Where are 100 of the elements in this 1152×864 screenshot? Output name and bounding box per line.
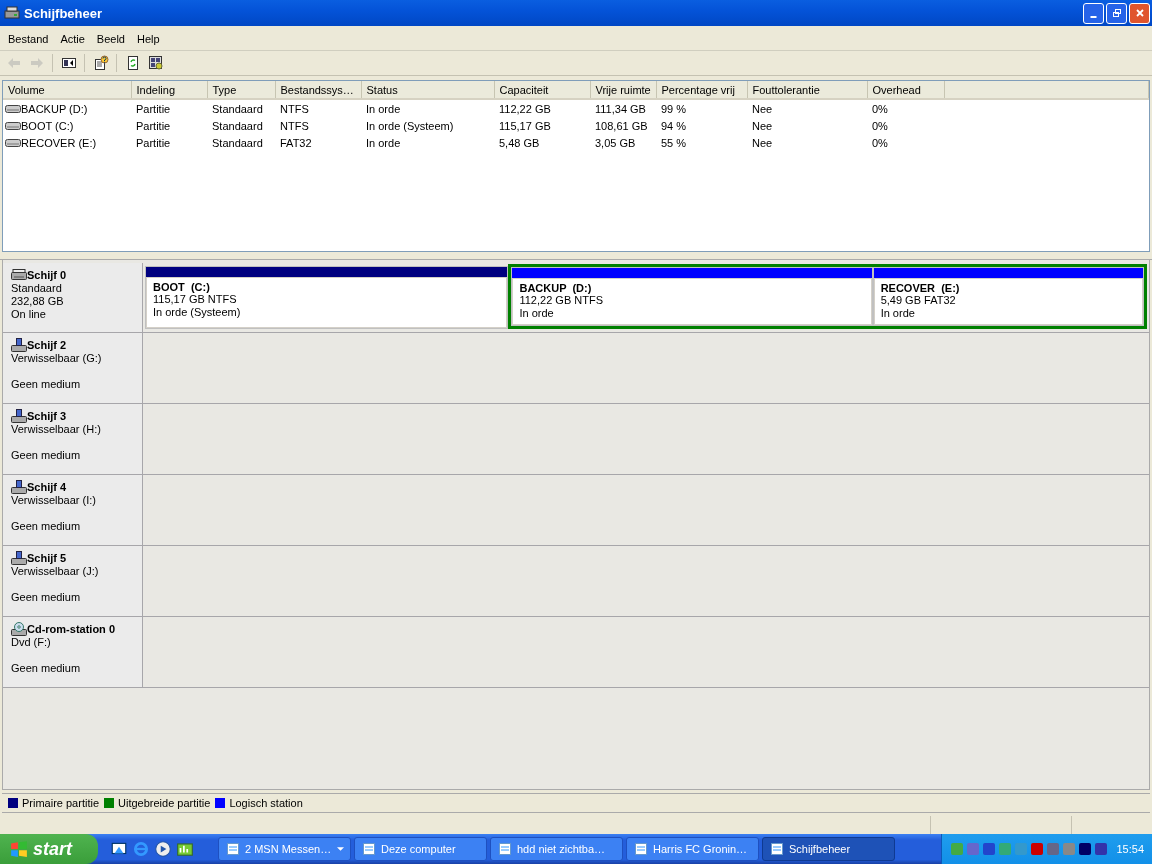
- cd-drive-icon: [11, 622, 27, 636]
- minimize-button[interactable]: [1083, 2, 1104, 24]
- tray-icon[interactable]: [982, 842, 997, 856]
- minimize-icon: [1090, 16, 1097, 18]
- properties-icon: [147, 55, 164, 71]
- drive-icon: [5, 120, 21, 131]
- removable-drive-icon: [11, 551, 27, 565]
- table-cell: 94 %: [661, 119, 687, 132]
- disk-name: Schijf 2: [27, 339, 67, 351]
- table-cell: 5,48 GB: [499, 136, 540, 149]
- column-header[interactable]: Status: [361, 81, 494, 99]
- partition-box[interactable]: BOOT (C:) 115,17 GB NTFS In orde (Systeem): [145, 266, 509, 329]
- windows-flag-icon: [10, 840, 28, 858]
- disk-type: Verwisselbaar (I:): [11, 494, 97, 507]
- volume-name: BOOT (C:): [21, 119, 74, 132]
- quick-launch-button[interactable]: [174, 840, 196, 858]
- disk-type: Verwisselbaar (H:): [11, 423, 102, 436]
- taskbar-button[interactable]: Schijfbeheer: [762, 837, 895, 861]
- partition-name: RECOVER (E:): [880, 282, 961, 294]
- restore-button[interactable]: [1106, 2, 1127, 24]
- media-player-icon: [154, 840, 172, 858]
- quick-launch-button[interactable]: [152, 840, 174, 858]
- menu-item[interactable]: Bestand: [2, 31, 55, 47]
- close-icon: [1134, 8, 1145, 18]
- disk-type: Dvd (F:): [11, 636, 52, 649]
- restore-icon: [1111, 8, 1122, 18]
- partition-status: In orde: [880, 307, 916, 320]
- table-cell: Nee: [752, 119, 773, 132]
- disk-label-panel[interactable]: Schijf 0 Standaard 232,88 GB On line: [3, 263, 143, 332]
- column-header[interactable]: Type: [207, 81, 275, 99]
- tray-icon[interactable]: [1078, 842, 1093, 856]
- table-cell: Partitie: [136, 119, 171, 132]
- legend-label: Primaire partitie: [22, 797, 100, 809]
- taskbar-button[interactable]: Deze computer: [354, 837, 487, 861]
- table-cell: 3,05 GB: [595, 136, 636, 149]
- disk-label-panel[interactable]: Schijf 3 Verwisselbaar (H:) Geen medium: [3, 404, 143, 474]
- show-hide-pane-icon: [60, 55, 77, 71]
- table-cell: Standaard: [212, 119, 263, 132]
- table-cell: 99 %: [661, 102, 687, 115]
- taskbar-button[interactable]: hdd niet zichtba…: [490, 837, 623, 861]
- partition-size: 115,17 GB NTFS: [153, 293, 238, 306]
- table-cell: 0%: [872, 102, 888, 115]
- table-cell: Standaard: [212, 102, 263, 115]
- column-header[interactable]: Vrije ruimte: [590, 81, 656, 99]
- help-document-icon: [92, 55, 109, 71]
- volume-name: RECOVER (E:): [21, 136, 97, 149]
- disk-type: Verwisselbaar (J:): [11, 565, 100, 578]
- column-header[interactable]: Overhead: [867, 81, 944, 99]
- column-header[interactable]: Percentage vrij: [656, 81, 747, 99]
- removable-drive-icon: [11, 338, 27, 352]
- disk-label-panel[interactable]: Cd-rom-station 0 Dvd (F:) Geen medium: [3, 617, 143, 687]
- partition-status: In orde (Systeem): [153, 306, 242, 319]
- window-icon: [497, 841, 513, 857]
- table-cell: Nee: [752, 102, 773, 115]
- disk-name: Schijf 0: [27, 269, 67, 281]
- disk-name: Schijf 3: [27, 410, 67, 422]
- partition-box[interactable]: RECOVER (E:) 5,49 GB FAT32 In orde: [872, 267, 1144, 326]
- column-header[interactable]: Capaciteit: [494, 81, 590, 99]
- column-header[interactable]: Volume: [3, 81, 131, 99]
- menu-item[interactable]: Actie: [54, 31, 91, 47]
- table-cell: Standaard: [212, 136, 263, 149]
- column-header[interactable]: Bestandssys…: [275, 81, 361, 99]
- hard-disk-icon: [11, 268, 27, 282]
- column-header[interactable]: Fouttolerantie: [747, 81, 867, 99]
- partition-box[interactable]: BACKUP (D:) 112,22 GB NTFS In orde: [511, 267, 873, 326]
- tray-icon[interactable]: [1094, 842, 1109, 856]
- menu-item[interactable]: Beeld: [90, 31, 131, 47]
- disk-label-panel[interactable]: Schijf 4 Verwisselbaar (I:) Geen medium: [3, 475, 143, 545]
- legend-label: Uitgebreide partitie: [118, 797, 211, 809]
- menu-item[interactable]: Help: [131, 31, 166, 47]
- table-cell: NTFS: [280, 119, 309, 132]
- disk-status: Geen medium: [11, 378, 82, 391]
- window-icon: [633, 841, 649, 857]
- column-header[interactable]: Indeling: [131, 81, 207, 99]
- taskbar-button[interactable]: Harris FC Gronin…: [626, 837, 759, 861]
- drive-icon: [5, 103, 21, 114]
- taskbar-button[interactable]: 2 MSN Messen…: [218, 837, 351, 861]
- table-cell: In orde (Systeem): [366, 119, 454, 132]
- partition-name: BACKUP (D:): [519, 282, 593, 294]
- disk-status: Geen medium: [11, 449, 82, 462]
- window-icon: [769, 841, 785, 857]
- disk-status: Geen medium: [11, 662, 82, 675]
- partition-name: BOOT (C:): [153, 281, 211, 293]
- table-cell: NTFS: [280, 102, 309, 115]
- removable-drive-icon: [11, 480, 27, 494]
- window-title: Schijfbeheer: [24, 5, 104, 21]
- close-button[interactable]: [1129, 2, 1150, 24]
- table-cell: Partitie: [136, 102, 171, 115]
- clock: 15:54: [1116, 843, 1144, 855]
- table-cell: Partitie: [136, 136, 171, 149]
- disk-label-panel[interactable]: Schijf 2 Verwisselbaar (G:) Geen medium: [3, 333, 143, 403]
- forward-arrow-icon: [28, 55, 45, 71]
- partition-size: 112,22 GB NTFS: [519, 294, 604, 307]
- disk-label-panel[interactable]: Schijf 5 Verwisselbaar (J:) Geen medium: [3, 546, 143, 616]
- legend-label: Logisch station: [229, 797, 303, 809]
- tray-icon[interactable]: [1030, 842, 1045, 856]
- table-cell: In orde: [366, 102, 401, 115]
- removable-drive-icon: [11, 409, 27, 423]
- disk-type: Verwisselbaar (G:): [11, 352, 103, 365]
- window-icon: [225, 841, 241, 857]
